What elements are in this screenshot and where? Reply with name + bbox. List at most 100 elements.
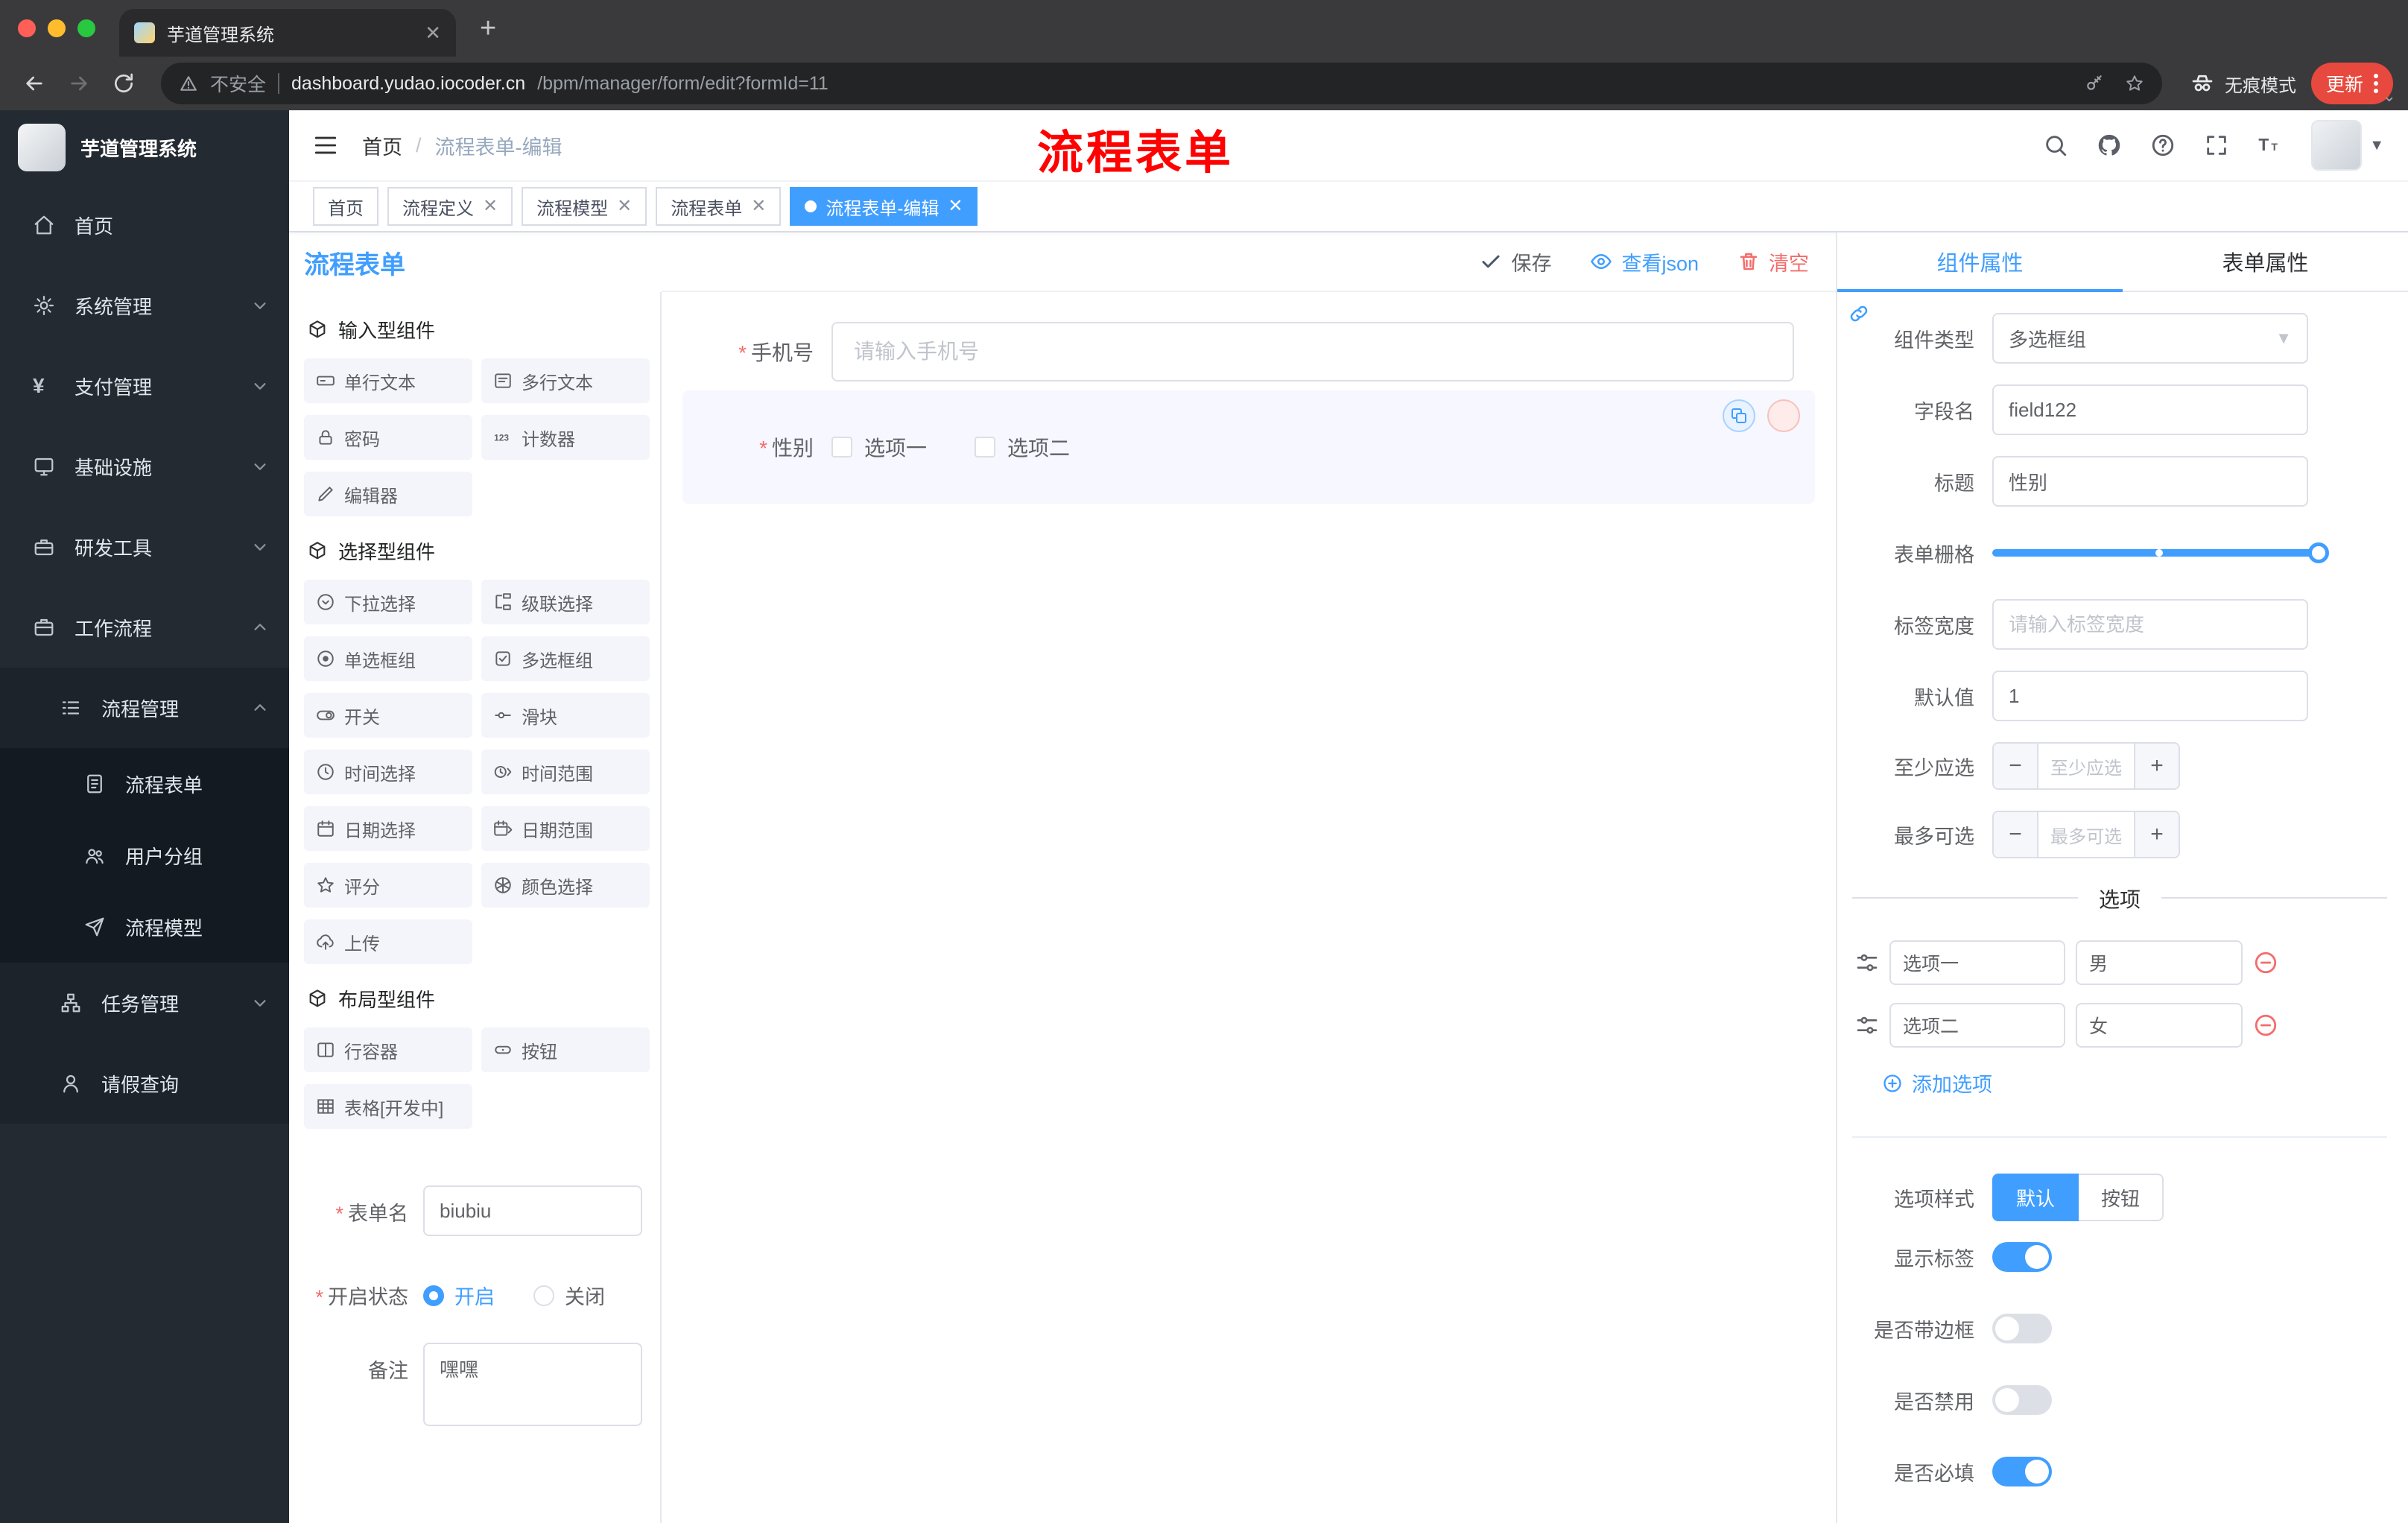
grid-slider[interactable] xyxy=(1992,528,2329,578)
zoom-window-button[interactable] xyxy=(77,19,95,37)
tag-close-icon[interactable]: ✕ xyxy=(617,197,632,215)
field-gender-selected[interactable]: 性别 选项一 选项二 xyxy=(682,390,1815,504)
browser-menu-icon[interactable] xyxy=(2374,74,2378,93)
radio-closed[interactable]: 关闭 xyxy=(533,1281,605,1310)
remove-option-button[interactable] xyxy=(2253,950,2278,975)
close-window-button[interactable] xyxy=(18,19,36,37)
sidebar-item-leave-query[interactable]: 请假查询 xyxy=(0,1043,289,1124)
address-bar[interactable]: 不安全 dashboard.yudao.iocoder.cn/bpm/manag… xyxy=(161,63,2162,104)
sidebar-item-process-management[interactable]: 流程管理 xyxy=(0,668,289,748)
search-icon[interactable] xyxy=(2043,133,2068,158)
palette-item-select[interactable]: 下拉选择 xyxy=(304,580,472,624)
show-label-toggle[interactable] xyxy=(1992,1242,2052,1272)
remove-option-button[interactable] xyxy=(2253,1013,2278,1038)
tag-close-icon[interactable]: ✕ xyxy=(948,197,963,215)
palette-item-slider[interactable]: 滑块 xyxy=(481,693,650,738)
palette-item-date-picker[interactable]: 日期选择 xyxy=(304,806,472,851)
palette-item-radio-group[interactable]: 单选框组 xyxy=(304,636,472,681)
option-value-input[interactable] xyxy=(2076,1003,2243,1048)
tag-home[interactable]: 首页 xyxy=(313,187,378,226)
phone-input[interactable] xyxy=(831,322,1794,381)
style-default-button[interactable]: 默认 xyxy=(1992,1174,2079,1221)
copy-field-button[interactable] xyxy=(1723,399,1755,432)
github-icon[interactable] xyxy=(2097,133,2122,158)
slider-handle[interactable] xyxy=(2308,542,2329,563)
checkbox-option-1[interactable]: 选项一 xyxy=(831,432,927,462)
sidebar-item-task-management[interactable]: 任务管理 xyxy=(0,963,289,1043)
sidebar-item-workflow[interactable]: 工作流程 xyxy=(0,587,289,668)
disabled-toggle[interactable] xyxy=(1992,1385,2052,1415)
password-key-icon[interactable] xyxy=(2085,74,2104,93)
sidebar-item-infrastructure[interactable]: 基础设施 xyxy=(0,426,289,507)
delete-field-button[interactable] xyxy=(1767,399,1800,432)
minimize-window-button[interactable] xyxy=(48,19,66,37)
palette-item-rate[interactable]: 评分 xyxy=(304,863,472,908)
palette-item-upload[interactable]: 上传 xyxy=(304,919,472,964)
tag-close-icon[interactable]: ✕ xyxy=(483,197,498,215)
add-option-button[interactable]: 添加选项 xyxy=(1882,1068,2408,1098)
palette-item-date-range[interactable]: 日期范围 xyxy=(481,806,650,851)
clear-button[interactable]: 清空 xyxy=(1737,247,1809,276)
sidebar-item-home[interactable]: 首页 xyxy=(0,185,289,265)
field-name-input[interactable] xyxy=(1992,384,2308,435)
component-type-select[interactable]: 多选框组 ▼ xyxy=(1992,313,2308,364)
palette-item-time-picker[interactable]: 时间选择 xyxy=(304,750,472,794)
border-toggle[interactable] xyxy=(1992,1314,2052,1343)
palette-item-button[interactable]: 按钮 xyxy=(481,1028,650,1072)
max-select-value[interactable]: 最多可选 xyxy=(2038,812,2134,857)
tab-form-props[interactable]: 表单属性 xyxy=(2123,232,2408,291)
sidebar-item-system[interactable]: 系统管理 xyxy=(0,265,289,346)
new-tab-button[interactable]: + xyxy=(480,14,496,42)
tag-process-model[interactable]: 流程模型 ✕ xyxy=(522,187,647,226)
required-toggle[interactable] xyxy=(1992,1457,2052,1486)
min-select-value[interactable]: 至少应选 xyxy=(2038,744,2134,788)
fullscreen-icon[interactable] xyxy=(2204,133,2229,158)
palette-item-row-container[interactable]: 行容器 xyxy=(304,1028,472,1072)
increase-button[interactable]: + xyxy=(2134,812,2179,857)
sidebar-item-devtools[interactable]: 研发工具 xyxy=(0,507,289,587)
reload-icon[interactable] xyxy=(104,64,143,103)
help-icon[interactable] xyxy=(2150,133,2176,158)
font-size-icon[interactable]: TT xyxy=(2258,133,2283,158)
tag-process-form-edit-active[interactable]: 流程表单-编辑 ✕ xyxy=(790,187,978,226)
palette-item-counter[interactable]: 123 计数器 xyxy=(481,415,650,460)
sidebar-item-process-form[interactable]: 流程表单 xyxy=(0,748,289,820)
palette-item-time-range[interactable]: 时间范围 xyxy=(481,750,650,794)
tag-close-icon[interactable]: ✕ xyxy=(751,197,766,215)
sidebar-item-user-group[interactable]: 用户分组 xyxy=(0,820,289,891)
view-json-button[interactable]: 查看json xyxy=(1590,247,1699,276)
hamburger-icon[interactable] xyxy=(313,133,338,158)
palette-item-color-picker[interactable]: 颜色选择 xyxy=(481,863,650,908)
title-input[interactable] xyxy=(1992,456,2308,507)
drag-handle-icon[interactable] xyxy=(1855,951,1879,975)
browser-update-button[interactable]: 更新 xyxy=(2310,63,2393,104)
sidebar-item-process-model[interactable]: 流程模型 xyxy=(0,891,289,963)
sidebar-item-payment[interactable]: ¥ 支付管理 xyxy=(0,346,289,426)
tab-close-icon[interactable]: ✕ xyxy=(425,23,441,42)
style-button-button[interactable]: 按钮 xyxy=(2079,1174,2164,1221)
form-name-input[interactable] xyxy=(423,1185,642,1236)
palette-item-switch[interactable]: 开关 xyxy=(304,693,472,738)
option-label-input[interactable] xyxy=(1889,1003,2065,1048)
default-value-input[interactable] xyxy=(1992,671,2308,721)
toolbar-overflow-chevron-icon[interactable]: ⌄ xyxy=(2383,86,2396,106)
save-button[interactable]: 保存 xyxy=(1480,247,1551,276)
browser-tab[interactable]: 芋道管理系统 ✕ xyxy=(119,9,456,57)
tab-component-props[interactable]: 组件属性 xyxy=(1837,232,2123,292)
forward-icon[interactable] xyxy=(60,64,98,103)
palette-item-checkbox-group[interactable]: 多选框组 xyxy=(481,636,650,681)
palette-item-password[interactable]: 密码 xyxy=(304,415,472,460)
palette-item-single-line-text[interactable]: 单行文本 xyxy=(304,358,472,403)
form-remark-textarea[interactable]: 嘿嘿 xyxy=(423,1343,642,1426)
palette-item-editor[interactable]: 编辑器 xyxy=(304,472,472,516)
bookmark-star-icon[interactable] xyxy=(2125,74,2144,93)
palette-item-multiline-text[interactable]: 多行文本 xyxy=(481,358,650,403)
decrease-button[interactable]: − xyxy=(1994,812,2038,857)
drag-handle-icon[interactable] xyxy=(1855,1013,1879,1037)
tag-process-definition[interactable]: 流程定义 ✕ xyxy=(387,187,513,226)
option-value-input[interactable] xyxy=(2076,940,2243,985)
increase-button[interactable]: + xyxy=(2134,744,2179,788)
palette-item-table[interactable]: 表格[开发中] xyxy=(304,1084,472,1129)
option-label-input[interactable] xyxy=(1889,940,2065,985)
user-avatar-menu[interactable]: ▼ xyxy=(2311,120,2384,171)
